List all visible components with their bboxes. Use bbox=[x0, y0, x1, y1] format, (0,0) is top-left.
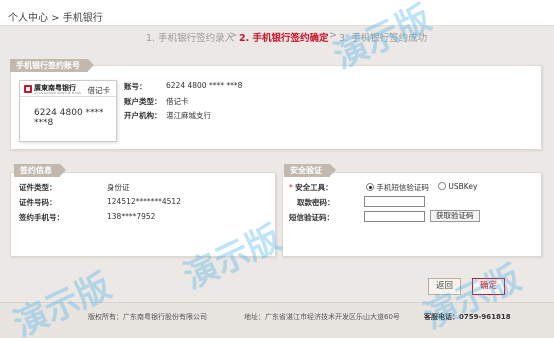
id-number-label: 证件号码： bbox=[19, 197, 57, 208]
field-label: 短信验证码： bbox=[289, 213, 334, 222]
get-code-button[interactable]: 获取验证码 bbox=[430, 210, 480, 222]
security-tool-row: * 安全工具： bbox=[289, 182, 333, 193]
step-3: 3. 手机银行签约成功 bbox=[339, 33, 428, 44]
security-tool-label: 安全工具： bbox=[295, 183, 333, 192]
footer-copyright: 版权所有：广东南粤银行股份有限公司 bbox=[88, 313, 207, 321]
account-type-row: 账户类型： bbox=[124, 96, 162, 107]
id-number-value: 124512*******4512 bbox=[107, 197, 181, 206]
phone-label: 签约手机号： bbox=[19, 212, 64, 223]
bank-card: 廣東南粤银行 GUANGDONG NANYUE BANK 借记卡 6224 48… bbox=[19, 80, 117, 142]
id-type-label: 证件类型： bbox=[19, 182, 57, 193]
field-label: 账号： bbox=[124, 82, 147, 91]
phone-number: 0759-961818 bbox=[459, 313, 511, 321]
security-section-title: 安全验证 bbox=[284, 164, 336, 177]
usbkey-option-label: USBKey bbox=[448, 182, 478, 191]
footer-phone: 客服电话：0759-961818 bbox=[424, 312, 511, 322]
step-2: 2. 手机银行签约确定 bbox=[239, 33, 329, 44]
footer: 版权所有：广东南粤银行股份有限公司 地址：广东省湛江市经济技术开发区乐山大道60… bbox=[0, 302, 554, 338]
open-branch-value: 湛江麻城支行 bbox=[166, 111, 211, 120]
required-mark: * bbox=[289, 183, 293, 192]
field-label: 账户类型： bbox=[124, 97, 162, 106]
sms-option[interactable]: 手机短信验证码 bbox=[366, 182, 429, 193]
radio-unselected-icon[interactable] bbox=[438, 182, 446, 190]
usbkey-option[interactable]: USBKey bbox=[438, 182, 477, 191]
field-label: 签约手机号： bbox=[19, 213, 64, 222]
account-number-value: 6224 4800 **** ***8 bbox=[166, 81, 243, 90]
field-label: 取款密码： bbox=[297, 198, 335, 207]
account-number-row: 账号： bbox=[124, 81, 147, 92]
phone-value: 138****7952 bbox=[107, 212, 156, 221]
bank-card-header: 廣東南粤银行 GUANGDONG NANYUE BANK 借记卡 bbox=[20, 81, 116, 97]
confirm-button[interactable]: 确定 bbox=[472, 278, 505, 295]
sms-option-label: 手机短信验证码 bbox=[376, 183, 429, 192]
radio-selected-icon[interactable] bbox=[366, 183, 374, 191]
bank-name-en: GUANGDONG NANYUE BANK bbox=[34, 91, 82, 95]
account-section-title: 手机银行签约账号 bbox=[10, 59, 94, 72]
breadcrumb: 个人中心 > 手机银行 bbox=[8, 13, 103, 24]
top-bar: 个人中心 > 手机银行 bbox=[0, 0, 554, 26]
step-progress: 1. 手机银行签约录入 > 2. 手机银行签约确定 > 3. 手机银行签约成功 bbox=[0, 26, 554, 46]
sms-code-input[interactable] bbox=[364, 211, 425, 222]
id-type-value: 身份证 bbox=[107, 183, 130, 192]
bank-logo-icon bbox=[24, 85, 32, 93]
sms-code-label: 短信验证码： bbox=[289, 212, 334, 223]
field-label: 开户机构： bbox=[124, 111, 162, 120]
withdraw-password-input[interactable] bbox=[364, 196, 425, 207]
phone-label: 客服电话： bbox=[424, 313, 459, 321]
step-separator: > bbox=[229, 30, 237, 41]
account-type-value: 借记卡 bbox=[166, 97, 189, 106]
card-number: 6224 4800 **** ***8 bbox=[34, 108, 104, 128]
step-separator: > bbox=[329, 30, 337, 41]
step-1: 1. 手机银行签约录入 bbox=[146, 33, 235, 44]
back-button[interactable]: 返回 bbox=[428, 278, 461, 295]
sign-info-section-title: 签约信息 bbox=[14, 164, 66, 177]
card-type: 借记卡 bbox=[87, 86, 111, 95]
field-label: 证件号码： bbox=[19, 198, 57, 207]
withdraw-password-label: 取款密码： bbox=[297, 197, 335, 208]
field-label: 证件类型： bbox=[19, 183, 57, 192]
footer-address: 地址：广东省湛江市经济技术开发区乐山大道60号 bbox=[244, 313, 400, 321]
open-branch-row: 开户机构： bbox=[124, 110, 162, 121]
